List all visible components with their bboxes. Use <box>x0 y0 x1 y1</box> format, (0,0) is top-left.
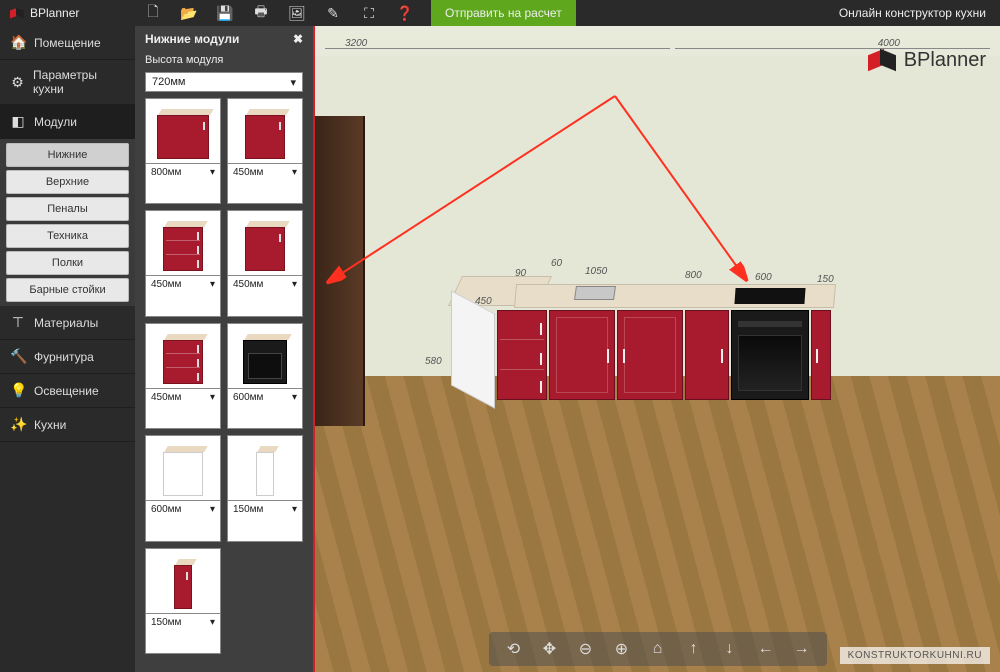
bulb-icon: 💡 <box>10 382 26 399</box>
edit-icon[interactable]: ✎ <box>315 0 351 26</box>
card-width-select[interactable]: 150мм▾ <box>228 500 302 518</box>
chevron-down-icon: ▾ <box>292 392 297 403</box>
brand-watermark: BPlanner <box>868 46 986 74</box>
chevron-down-icon: ▾ <box>210 617 215 628</box>
sidebar-item-materials[interactable]: ⊤ Материалы <box>0 306 135 340</box>
zoom-out-icon[interactable]: ⊖ <box>575 638 597 660</box>
zoom-in-icon[interactable]: ⊕ <box>611 638 633 660</box>
card-width-select[interactable]: 800мм▾ <box>146 163 220 181</box>
module-card[interactable]: 450мм▾ <box>145 210 221 316</box>
module-card[interactable]: 150мм▾ <box>227 435 303 541</box>
wand-icon: ✨ <box>10 416 26 433</box>
send-quote-button[interactable]: Отправить на расчет <box>431 0 576 26</box>
module-card[interactable]: 150мм▾ <box>145 548 221 654</box>
app-name: BPlanner <box>30 6 79 20</box>
subnav-upper[interactable]: Верхние <box>6 170 129 194</box>
3d-viewport[interactable]: 3200 4000 BPlanner <box>315 26 1000 672</box>
sidebar-item-modules[interactable]: ◧ Модули <box>0 105 135 139</box>
sidebar-item-kitchens[interactable]: ✨ Кухни <box>0 408 135 442</box>
sidebar-item-lighting[interactable]: 💡 Освещение <box>0 374 135 408</box>
up-icon[interactable]: ↑ <box>683 638 705 660</box>
module-card[interactable]: 450мм▾ <box>145 323 221 429</box>
module-card[interactable]: 450мм▾ <box>227 210 303 316</box>
module-card[interactable]: 450мм▾ <box>227 98 303 204</box>
kitchen-model[interactable]: 1050 800 600 150 60 90 450 580 <box>455 256 855 436</box>
card-width-select[interactable]: 450мм▾ <box>146 388 220 406</box>
height-select[interactable]: 720мм ▾ <box>145 72 303 92</box>
main-sidebar: 🏠 Помещение ⚙ Параметры кухни ◧ Модули Н… <box>0 26 135 672</box>
open-file-icon[interactable]: 📂 <box>171 0 207 26</box>
module-card[interactable]: 600мм▾ <box>227 323 303 429</box>
modules-icon: ◧ <box>10 113 26 130</box>
subnav-lower[interactable]: Нижние <box>6 143 129 167</box>
module-card[interactable]: 800мм▾ <box>145 98 221 204</box>
chevron-down-icon: ▾ <box>210 504 215 515</box>
module-palette: Нижние модули ✖ Высота модуля 720мм ▾ 80… <box>135 26 315 672</box>
subnav-appliances[interactable]: Техника <box>6 224 129 248</box>
orbit-icon[interactable]: ⟲ <box>503 638 525 660</box>
chevron-down-icon: ▾ <box>292 167 297 178</box>
down-icon[interactable]: ↓ <box>719 638 741 660</box>
left-icon[interactable]: ← <box>755 638 777 660</box>
chevron-down-icon: ▾ <box>210 279 215 290</box>
image-icon[interactable]: 🖼 <box>279 0 315 26</box>
gear-icon: ⚙ <box>10 74 25 91</box>
save-icon[interactable]: 💾 <box>207 0 243 26</box>
close-icon[interactable]: ✖ <box>293 32 303 46</box>
card-width-select[interactable]: 450мм▾ <box>146 275 220 293</box>
right-icon[interactable]: → <box>791 638 813 660</box>
subnav-tall[interactable]: Пеналы <box>6 197 129 221</box>
card-width-select[interactable]: 450мм▾ <box>228 163 302 181</box>
chevron-down-icon: ▾ <box>290 76 296 89</box>
module-card[interactable]: 600мм▾ <box>145 435 221 541</box>
view-toolbar: ⟲ ✥ ⊖ ⊕ ⌂ ↑ ↓ ← → <box>489 632 827 666</box>
sidebar-item-hardware[interactable]: 🔨 Фурнитура <box>0 340 135 374</box>
height-label: Высота модуля <box>135 52 313 70</box>
chevron-down-icon: ▾ <box>292 279 297 290</box>
card-width-select[interactable]: 150мм▾ <box>146 613 220 631</box>
subnav-shelves[interactable]: Полки <box>6 251 129 275</box>
chevron-down-icon: ▾ <box>292 504 297 515</box>
app-title: Онлайн конструктор кухни <box>839 6 1000 20</box>
palette-title: Нижние модули <box>145 32 239 46</box>
module-cards: 800мм▾ 450мм▾ 450мм▾ 450мм▾ 450мм▾ 600мм▾ 600м… <box>135 98 313 654</box>
home-icon: 🏠 <box>10 34 26 51</box>
sidebar-item-room[interactable]: 🏠 Помещение <box>0 26 135 60</box>
sidebar-item-params[interactable]: ⚙ Параметры кухни <box>0 60 135 105</box>
zoom-fit-icon[interactable]: ⌂ <box>647 638 669 660</box>
room-door <box>315 116 365 426</box>
help-icon[interactable]: ❓ <box>387 0 423 26</box>
site-watermark: KONSTRUKTORKUHNI.RU <box>840 647 990 664</box>
fullscreen-icon[interactable]: ⛶ <box>351 0 387 26</box>
chevron-down-icon: ▾ <box>210 392 215 403</box>
chevron-down-icon: ▾ <box>210 167 215 178</box>
app-logo: BPlanner <box>0 6 135 20</box>
hammer-icon: 🔨 <box>10 348 26 365</box>
new-file-icon[interactable]: 🗋 <box>135 0 171 26</box>
card-width-select[interactable]: 600мм▾ <box>146 500 220 518</box>
print-icon[interactable]: 🖶 <box>243 0 279 26</box>
pan-icon[interactable]: ✥ <box>539 638 561 660</box>
subnav-bar[interactable]: Барные стойки <box>6 278 129 302</box>
card-width-select[interactable]: 600мм▾ <box>228 388 302 406</box>
card-width-select[interactable]: 450мм▾ <box>228 275 302 293</box>
materials-icon: ⊤ <box>10 314 26 331</box>
modules-subnav: Нижние Верхние Пеналы Техника Полки Барн… <box>0 139 135 306</box>
